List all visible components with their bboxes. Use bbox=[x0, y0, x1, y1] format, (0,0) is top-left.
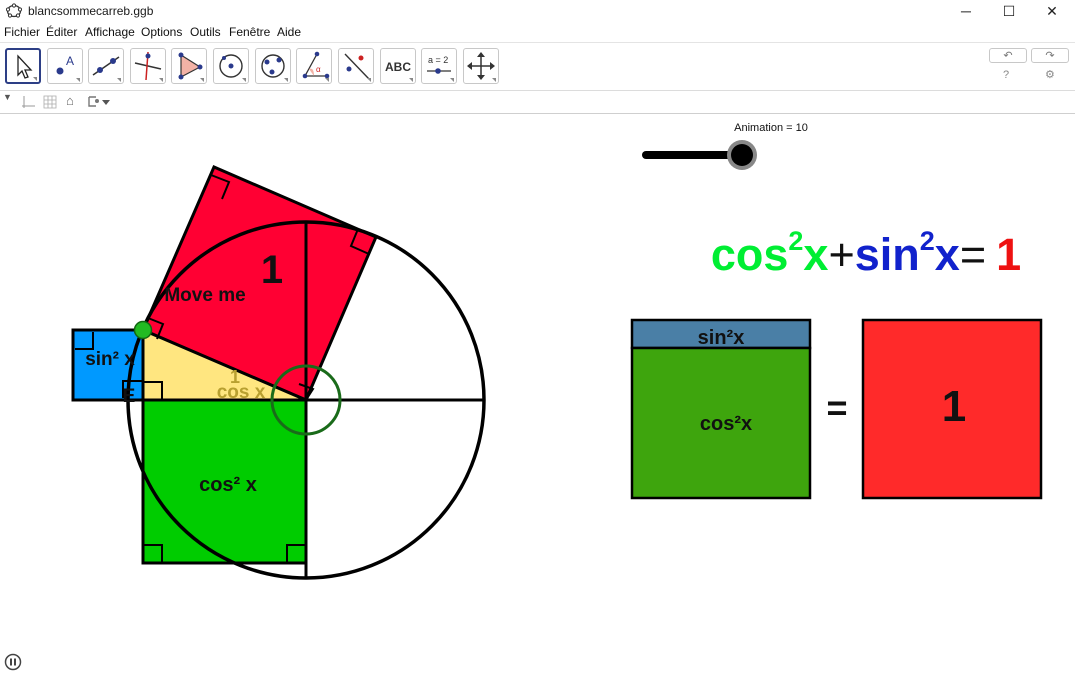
move-tool-button[interactable] bbox=[5, 48, 41, 84]
graphics-style-bar: ▼ ⌂ bbox=[0, 90, 1075, 114]
menu-bar: Fichier Éditer Affichage Options Outils … bbox=[0, 22, 1075, 42]
menu-options[interactable]: Options bbox=[141, 25, 182, 39]
undo-button[interactable]: ↶ bbox=[989, 48, 1027, 63]
grid-toggle-icon[interactable] bbox=[42, 94, 58, 110]
menu-fichier[interactable]: Fichier bbox=[4, 25, 40, 39]
polygon-tool-button[interactable] bbox=[171, 48, 207, 84]
settings-icon[interactable]: ⚙ bbox=[1045, 68, 1055, 81]
formula-plus: + bbox=[828, 229, 854, 280]
redo-button[interactable]: ↷ bbox=[1031, 48, 1069, 63]
menu-editer[interactable]: Éditer bbox=[46, 25, 77, 39]
close-button[interactable]: ✕ bbox=[1030, 0, 1074, 22]
formula-sin-variable: x bbox=[935, 229, 960, 280]
formula-sin-exponent: 2 bbox=[920, 226, 935, 256]
formula-equals: = bbox=[960, 229, 986, 280]
geogebra-logo-icon bbox=[6, 3, 22, 18]
conic-tool-button[interactable] bbox=[255, 48, 291, 84]
circle-tool-button[interactable] bbox=[213, 48, 249, 84]
point-tool-button[interactable]: A bbox=[47, 48, 83, 84]
formula-cos-exponent: 2 bbox=[788, 226, 803, 256]
green-square-label: cos² x bbox=[199, 474, 257, 496]
point-capture-icon[interactable] bbox=[86, 95, 114, 109]
menu-outils[interactable]: Outils bbox=[190, 25, 221, 39]
formula-one: 1 bbox=[996, 229, 1021, 280]
unit-square-label: 1 bbox=[942, 382, 966, 431]
window-title: blancsommecarreb.ggb bbox=[28, 4, 154, 18]
svg-text:A: A bbox=[66, 54, 74, 68]
point-label: E bbox=[123, 386, 136, 407]
cos-squared-label: cos²x bbox=[700, 413, 752, 435]
move-me-label: Move me bbox=[164, 285, 245, 306]
axes-toggle-icon[interactable] bbox=[20, 94, 36, 110]
perpendicular-line-tool-button[interactable] bbox=[130, 48, 166, 84]
stylebar-toggle-icon[interactable]: ▼ bbox=[3, 92, 12, 102]
formula-cos-variable: x bbox=[803, 229, 828, 280]
menu-fenetre[interactable]: Fenêtre bbox=[229, 25, 270, 39]
line-tool-button[interactable] bbox=[88, 48, 124, 84]
slider-handle[interactable] bbox=[731, 144, 753, 166]
menu-aide[interactable]: Aide bbox=[277, 25, 301, 39]
reflect-tool-button[interactable] bbox=[338, 48, 374, 84]
svg-text:α: α bbox=[316, 65, 321, 74]
home-icon[interactable]: ⌂ bbox=[66, 93, 74, 108]
graphics-view[interactable]: Animation = 10 1 Move me sin² x cos x 1 … bbox=[0, 113, 1075, 675]
red-square-label: 1 bbox=[261, 248, 283, 292]
yellow-triangle-label: cos x bbox=[217, 382, 266, 403]
svg-text:a = 2: a = 2 bbox=[428, 55, 448, 65]
formula-sin: sin bbox=[855, 229, 920, 280]
maximize-button[interactable]: ☐ bbox=[987, 0, 1031, 22]
sin-squared-label: sin²x bbox=[698, 327, 745, 349]
identity-formula: cos2x+sin2x= 1 bbox=[711, 226, 1021, 280]
menu-affichage[interactable]: Affichage bbox=[85, 25, 135, 39]
minimize-button[interactable]: ─ bbox=[944, 0, 988, 22]
angle-tool-button[interactable]: α bbox=[296, 48, 332, 84]
pause-animation-icon[interactable] bbox=[4, 653, 22, 671]
formula-cos: cos bbox=[711, 229, 789, 280]
help-icon[interactable]: ? bbox=[1003, 69, 1009, 81]
hypotenuse-label: 1 bbox=[230, 367, 240, 387]
title-bar: blancsommecarreb.ggb ─ ☐ ✕ bbox=[0, 0, 1075, 22]
blue-square-label: sin² x bbox=[85, 349, 135, 370]
slider-label: Animation = 10 bbox=[734, 122, 808, 134]
text-tool-button[interactable]: ABC bbox=[380, 48, 416, 84]
move-graphics-view-tool-button[interactable] bbox=[463, 48, 499, 84]
toolbar: A α ABC a = 2 ↶ ↷ ? ⚙ bbox=[0, 42, 1075, 91]
slider-tool-button[interactable]: a = 2 bbox=[421, 48, 457, 84]
comparison-equals: = bbox=[826, 387, 847, 428]
move-me-point[interactable] bbox=[133, 320, 153, 340]
svg-text:ABC: ABC bbox=[385, 60, 411, 74]
